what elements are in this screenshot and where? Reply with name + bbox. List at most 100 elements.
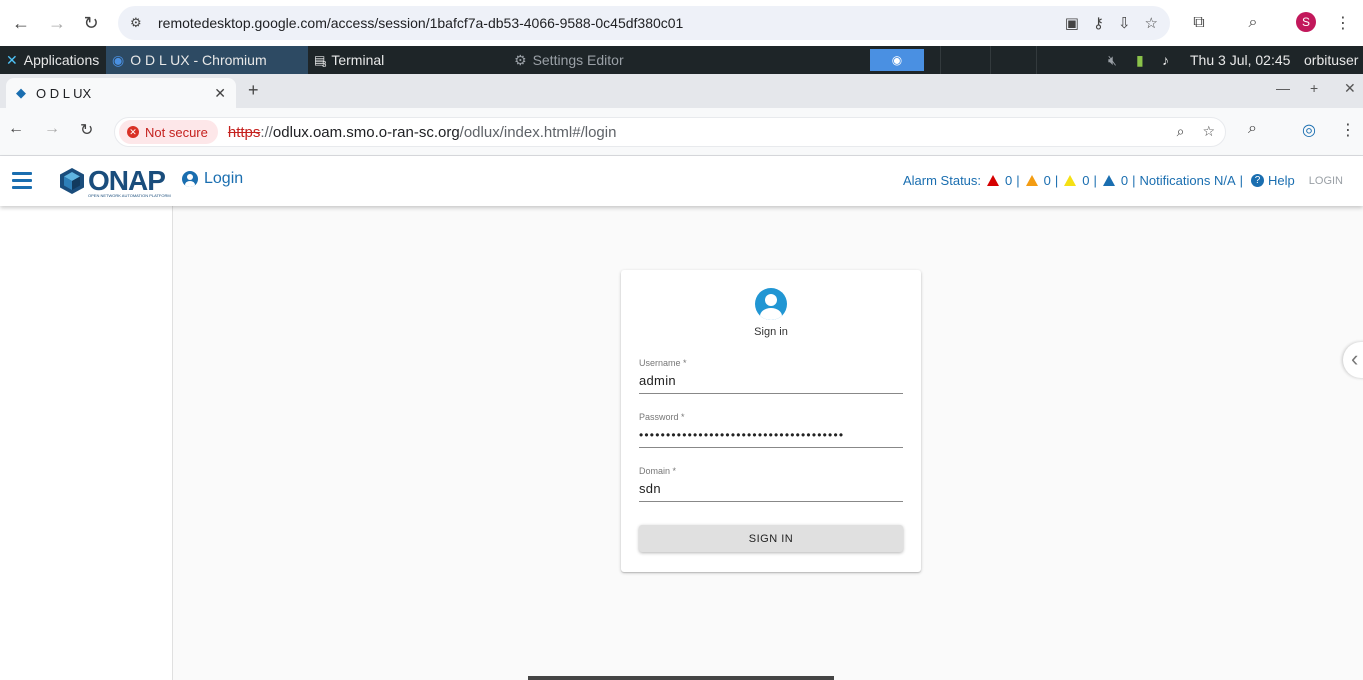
error-icon: ✕ xyxy=(127,126,139,138)
clipboard-icon[interactable]: ▣ xyxy=(1065,14,1079,32)
session-user[interactable]: orbituser xyxy=(1298,46,1363,74)
bookmark-star-icon[interactable]: ☆ xyxy=(1202,123,1215,140)
url-separator: :// xyxy=(260,123,273,141)
chromium-icon: ◉ xyxy=(112,51,125,68)
username-input[interactable]: admin xyxy=(639,372,903,394)
window-terminal-label: Terminal xyxy=(331,52,385,68)
warning-alarm-icon[interactable] xyxy=(1102,175,1115,186)
reload-icon[interactable]: ↻ xyxy=(80,120,93,140)
separator: | xyxy=(1016,173,1020,188)
url-path: /odlux/index.html#/login xyxy=(459,123,617,141)
profile-avatar[interactable]: S xyxy=(1296,12,1316,32)
taskbar-window-chromium[interactable]: ◉ O D L UX - Chromium xyxy=(106,46,308,74)
notification-bell-icon[interactable]: ♪ xyxy=(1156,46,1175,74)
domain-field: Domain * sdn xyxy=(639,466,903,502)
account-circle-icon xyxy=(755,288,787,320)
window-settings-label: Settings Editor xyxy=(532,52,624,68)
menu-dots-icon[interactable]: ⋮ xyxy=(1328,8,1358,38)
separator: | xyxy=(1132,173,1136,188)
applications-label: Applications xyxy=(23,52,100,68)
minor-alarm-icon[interactable] xyxy=(1064,175,1077,186)
minimize-icon[interactable]: — xyxy=(1276,80,1290,96)
odlux-favicon: ◆ xyxy=(16,85,26,100)
critical-alarm-count: 0 xyxy=(1005,173,1013,188)
workspace-switcher[interactable]: ◉ xyxy=(870,49,924,71)
url-scheme: https xyxy=(227,123,261,141)
domain-input[interactable]: sdn xyxy=(639,480,903,502)
forward-arrow-icon[interactable]: → xyxy=(40,6,74,40)
extensions-icon[interactable]: ⧉ xyxy=(1184,8,1214,38)
clock[interactable]: Thu 3 Jul, 02:45 xyxy=(1184,46,1296,74)
back-arrow-icon[interactable]: ← xyxy=(4,6,38,40)
username-field: Username * admin xyxy=(639,358,903,394)
taskbar-window-terminal[interactable]: ▤ 3 Terminal xyxy=(308,46,390,74)
username-label: Username * xyxy=(639,358,687,368)
help-icon[interactable]: ? xyxy=(1251,174,1265,187)
remote-address-bar[interactable]: ⚙ remotedesktop.google.com/access/sessio… xyxy=(118,6,1170,40)
tab-title: O D L UX xyxy=(36,85,92,101)
notifications-status[interactable]: Notifications N/A xyxy=(1140,173,1236,188)
install-icon[interactable]: ⇩ xyxy=(1118,14,1131,32)
minor-alarm-count: 0 xyxy=(1082,173,1090,188)
password-field: Password * •••••••••••••••••••••••••••••… xyxy=(639,412,903,448)
zoom-icon[interactable]: ⌕ xyxy=(1177,123,1185,140)
hamburger-menu-icon[interactable] xyxy=(12,172,32,193)
url-host: odlux.oam.smo.o-ran-sc.org xyxy=(272,123,460,141)
app-header: ONAP OPEN NETWORK AUTOMATION PLATFORM Lo… xyxy=(0,156,1363,206)
browser-tab-odlux[interactable]: ◆ O D L UX ✕ xyxy=(6,78,236,108)
onap-hex-icon xyxy=(60,168,84,194)
maximize-icon[interactable]: + xyxy=(1310,80,1318,96)
battery-icon[interactable]: ▮ xyxy=(1130,46,1150,74)
major-alarm-icon[interactable] xyxy=(1025,175,1038,186)
search-tabs-icon[interactable]: ⌕ xyxy=(1238,8,1268,38)
forward-arrow-icon[interactable]: → xyxy=(44,120,60,138)
main-content: Sign in Username * admin Password * ••••… xyxy=(173,206,1363,680)
xfce-icon: ✕ xyxy=(6,51,18,68)
login-button[interactable]: LOGIN xyxy=(1309,175,1343,187)
domain-label: Domain * xyxy=(639,466,677,476)
chromium-mini-icon: ◉ xyxy=(891,53,903,67)
bookmark-star-icon[interactable]: ☆ xyxy=(1145,14,1158,32)
page-url: https://odlux.oam.smo.o-ran-sc.org/odlux… xyxy=(228,124,617,141)
side-panel-handle[interactable] xyxy=(1343,342,1363,378)
separator: | xyxy=(1239,173,1244,188)
close-tab-icon[interactable]: ✕ xyxy=(214,85,226,102)
login-card: Sign in Username * admin Password * ••••… xyxy=(621,270,921,572)
terminal-badge: 3 xyxy=(322,60,327,69)
status-area: Alarm Status: 0 | 0 | 0 | 0 | Notificati… xyxy=(903,173,1343,188)
logo-text: ONAP xyxy=(88,165,166,196)
address-bar[interactable]: ✕ Not secure https://odlux.oam.smo.o-ran… xyxy=(114,117,1226,147)
help-link[interactable]: Help xyxy=(1268,173,1295,188)
sign-in-button[interactable]: SIGN IN xyxy=(639,525,903,552)
search-tabs-icon[interactable]: ⌕ xyxy=(1248,120,1257,138)
user-icon xyxy=(182,171,198,187)
key-icon[interactable]: ⚷ xyxy=(1093,14,1104,32)
site-settings-icon[interactable]: ⚙ xyxy=(130,15,148,31)
close-window-icon[interactable]: ✕ xyxy=(1344,80,1356,97)
profile-icon[interactable]: ◎ xyxy=(1302,120,1316,140)
volume-muted-icon[interactable]: 🔇︎ xyxy=(1102,46,1123,74)
onap-logo: ONAP OPEN NETWORK AUTOMATION PLATFORM xyxy=(58,165,171,198)
critical-alarm-icon[interactable] xyxy=(987,175,1000,186)
remote-desktop-toolbar: ← → ↻ ⚙ remotedesktop.google.com/access/… xyxy=(0,0,1363,46)
new-tab-icon[interactable]: + xyxy=(248,80,259,101)
taskbar-window-settings[interactable]: ⚙ Settings Editor xyxy=(508,46,630,74)
page-title-text: Login xyxy=(204,170,244,187)
remote-url: remotedesktop.google.com/access/session/… xyxy=(158,15,684,31)
password-input[interactable]: •••••••••••••••••••••••••••••••••••••• xyxy=(639,426,903,448)
window-chromium-label: O D L UX - Chromium xyxy=(130,52,267,68)
sidebar xyxy=(0,206,173,680)
not-secure-chip[interactable]: ✕ Not secure xyxy=(119,120,218,144)
browser-toolbar: ← → ↻ ✕ Not secure https://odlux.oam.smo… xyxy=(0,108,1363,156)
desktop-taskbar: ✕ Applications ⋮ ◉ O D L UX - Chromium ▤… xyxy=(0,46,1363,74)
reload-icon[interactable]: ↻ xyxy=(74,6,108,40)
browser-tabstrip: ◆ O D L UX ✕ + — + ✕ xyxy=(0,74,1363,108)
menu-dots-icon[interactable]: ⋮ xyxy=(1340,120,1356,140)
sign-in-title: Sign in xyxy=(754,326,788,338)
warning-alarm-count: 0 xyxy=(1120,173,1129,188)
password-label: Password * xyxy=(639,412,685,422)
horizontal-scrollbar[interactable] xyxy=(528,676,834,680)
separator: | xyxy=(1093,173,1097,188)
logo-tagline: OPEN NETWORK AUTOMATION PLATFORM xyxy=(88,193,171,198)
back-arrow-icon[interactable]: ← xyxy=(8,120,24,138)
